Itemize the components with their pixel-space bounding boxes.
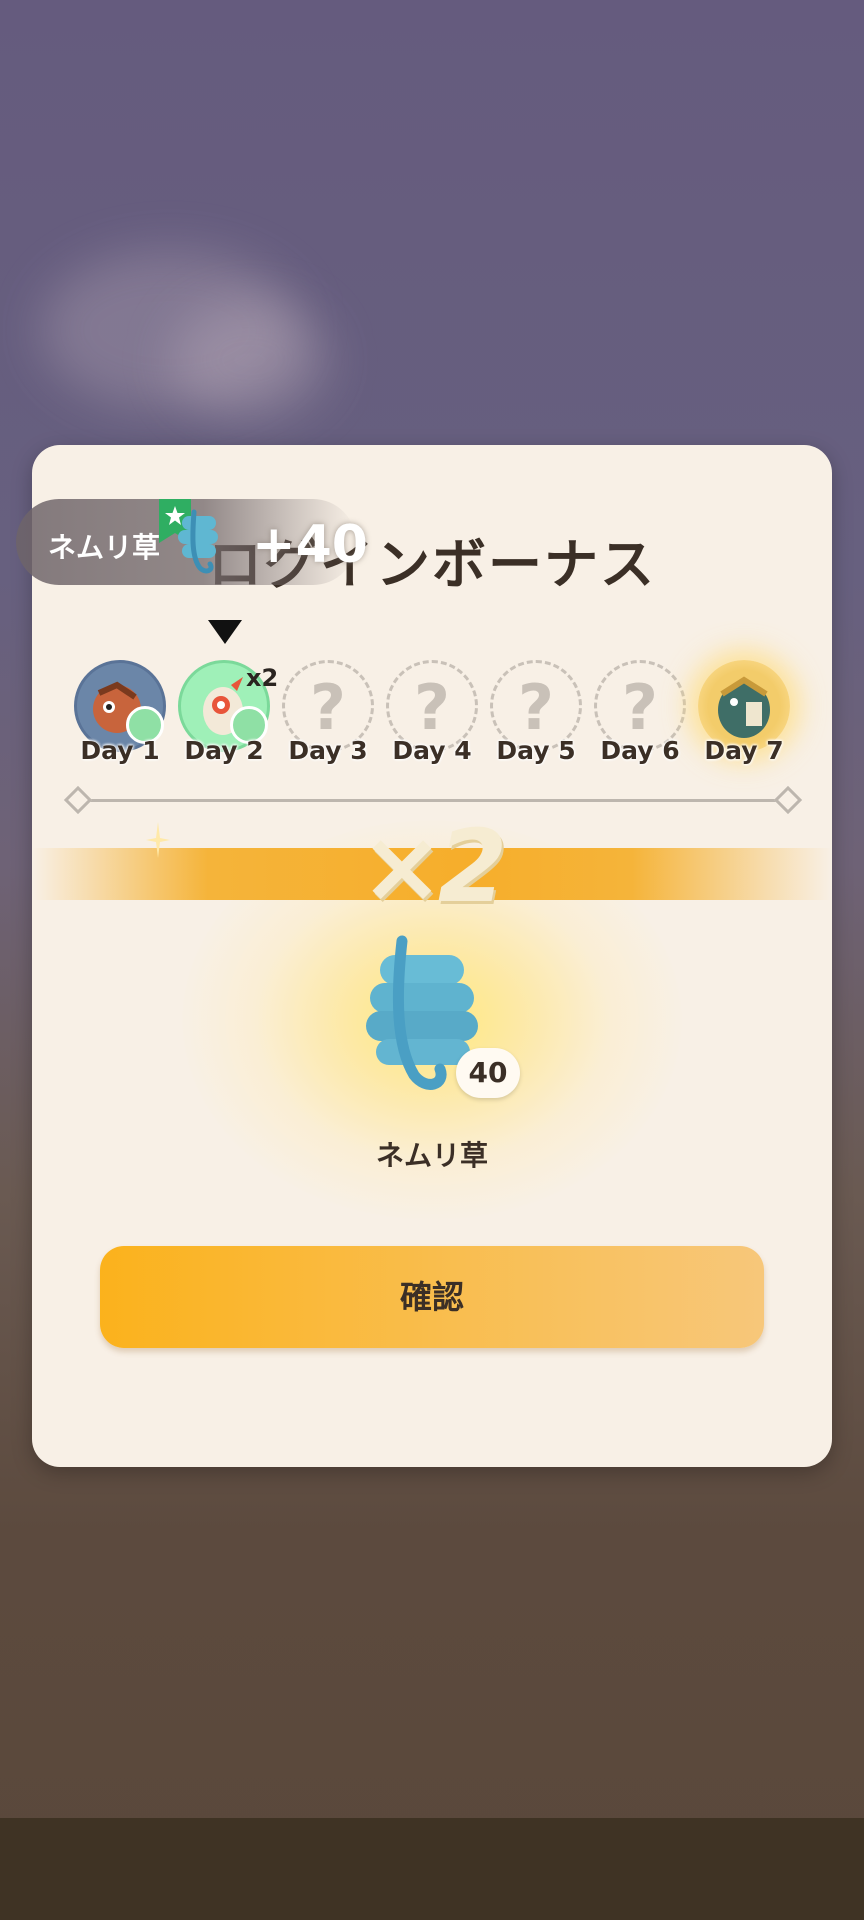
toast-item-name: ネムリ草 <box>48 531 161 564</box>
herb-icon <box>178 509 218 574</box>
day-label: Day 1 <box>80 736 160 765</box>
day-label: Day 4 <box>392 736 472 765</box>
reward-count-badge: 40 <box>456 1048 520 1098</box>
toast-amount: +40 <box>252 515 368 575</box>
day-label: Day 2 <box>184 736 264 765</box>
day-slot-2: x2 Day 2 <box>174 660 278 770</box>
sparkle-icon <box>146 822 170 858</box>
background-cloud <box>170 300 330 420</box>
day-label: Day 5 <box>496 736 576 765</box>
progress-track <box>74 799 788 802</box>
day-slot-5: ? Day 5 <box>486 660 586 770</box>
current-day-marker-icon <box>208 620 242 644</box>
day-slot-6: ? Day 6 <box>590 660 690 770</box>
day-slot-7: Day 7 <box>694 660 794 770</box>
day-label: Day 3 <box>288 736 368 765</box>
day-label: Day 7 <box>704 736 784 765</box>
day-slot-4: ? Day 4 <box>382 660 482 770</box>
day-slot-3: ? Day 3 <box>278 660 378 770</box>
day-slot-1: Day 1 <box>70 660 170 770</box>
day-label: Day 6 <box>600 736 680 765</box>
multiplier-text: ×2 <box>360 808 507 925</box>
day-2-multiplier: x2 <box>246 664 279 692</box>
bottom-bar <box>0 1818 864 1920</box>
confirm-button[interactable]: 確認 <box>100 1246 764 1348</box>
reward-item-name: ネムリ草 <box>375 1139 488 1172</box>
